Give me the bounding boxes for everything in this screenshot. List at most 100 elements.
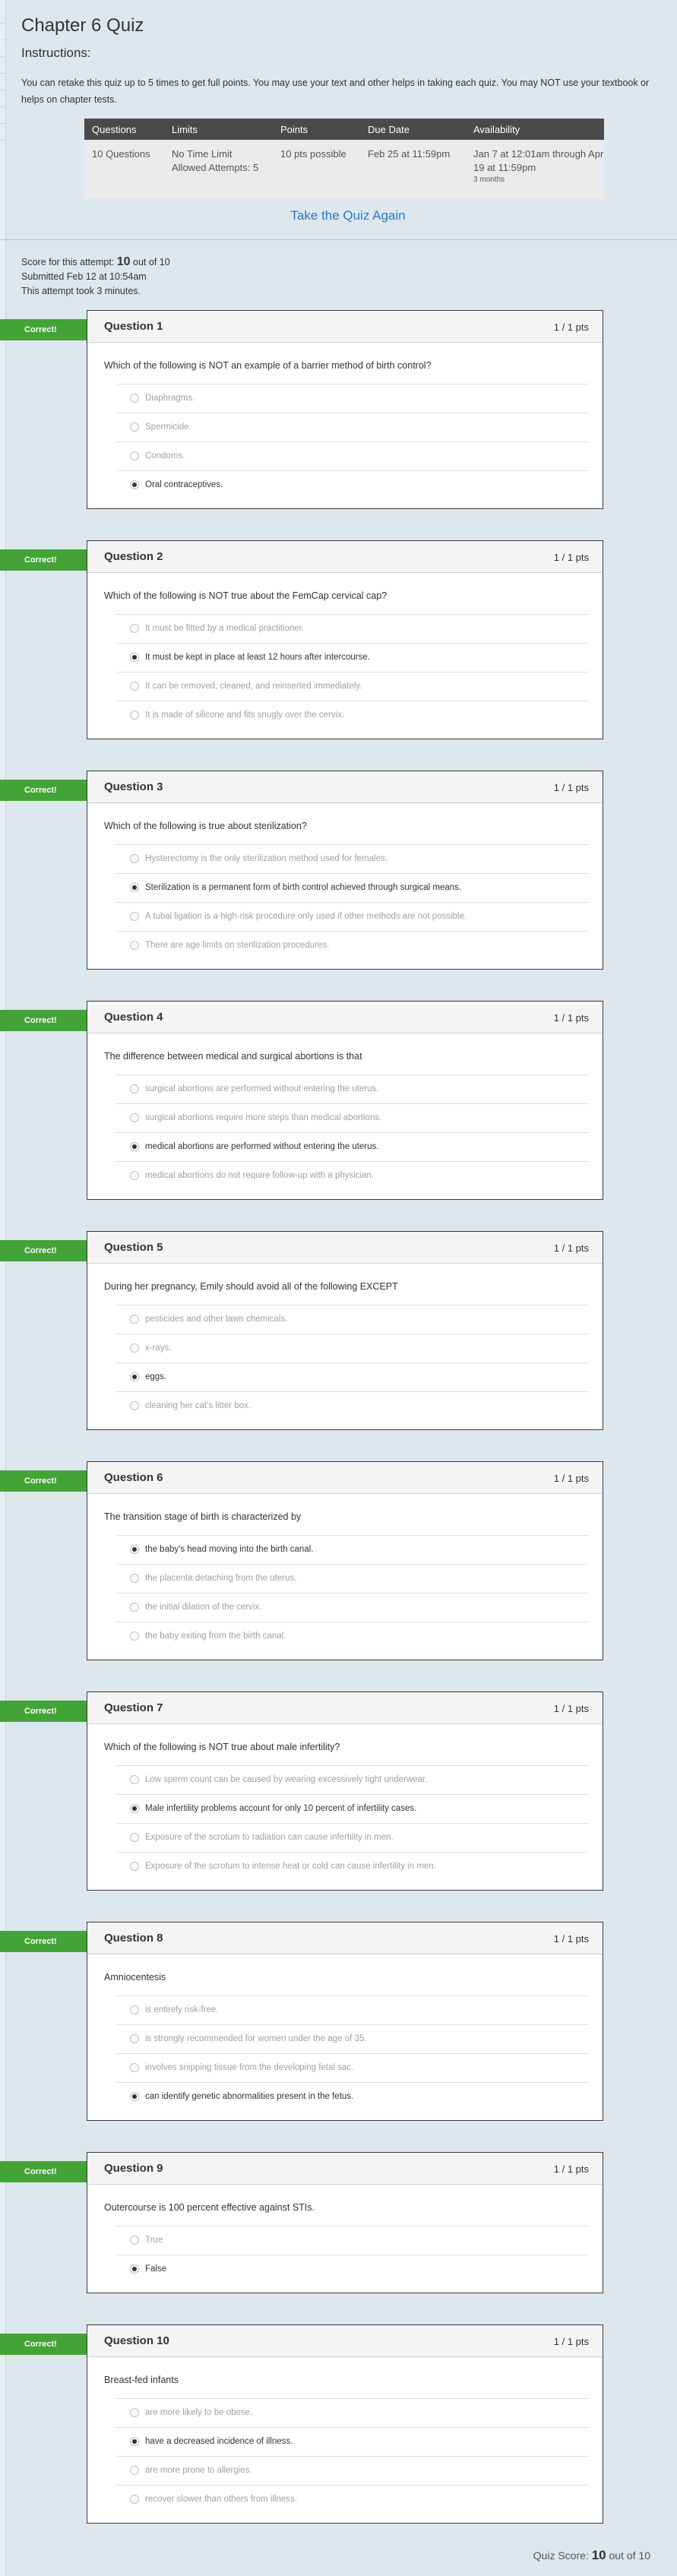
answer-option[interactable]: Oral contraceptives. — [116, 470, 589, 499]
answer-option[interactable]: is strongly recommended for women under … — [116, 2024, 589, 2053]
radio-button-icon[interactable] — [130, 941, 139, 950]
radio-button-icon[interactable] — [130, 2034, 139, 2043]
question-header: Question 7 1 / 1 pts — [87, 1692, 603, 1724]
cell-availability: Jan 7 at 12:01am through Apr 19 at 11:59… — [466, 140, 604, 199]
answer-option[interactable]: are more likely to be obese. — [116, 2398, 589, 2427]
radio-button-icon[interactable] — [130, 1862, 139, 1871]
answer-text: A tubal ligation is a high-risk procedur… — [145, 912, 467, 921]
cell-questions: 10 Questions — [84, 140, 164, 199]
answer-option[interactable]: have a decreased incidence of illness. — [116, 2427, 589, 2456]
radio-button-icon[interactable] — [130, 2092, 139, 2101]
answer-option[interactable]: Exposure of the scrotum to intense heat … — [116, 1852, 589, 1881]
radio-button-icon[interactable] — [130, 1775, 139, 1784]
question-points: 1 / 1 pts — [553, 782, 589, 793]
answer-option[interactable]: It must be kept in place at least 12 hou… — [116, 643, 589, 672]
radio-button-icon[interactable] — [130, 1113, 139, 1122]
attempt-score: 10 — [116, 255, 131, 268]
radio-button-icon[interactable] — [130, 682, 139, 691]
question-title: Question 8 — [104, 1932, 163, 1945]
radio-button-icon[interactable] — [130, 2466, 139, 2475]
radio-button-icon[interactable] — [130, 2236, 139, 2245]
answer-option[interactable]: eggs. — [116, 1362, 589, 1391]
radio-button-icon[interactable] — [130, 1833, 139, 1842]
answer-option[interactable]: the placenta detaching from the uterus. — [116, 1564, 589, 1593]
answer-option[interactable]: Male infertility problems account for on… — [116, 1794, 589, 1823]
radio-button-icon[interactable] — [130, 2408, 139, 2417]
answer-text: surgical abortions require more steps th… — [145, 1113, 382, 1122]
radio-button-icon[interactable] — [130, 883, 139, 892]
answer-option[interactable]: True — [116, 2226, 589, 2255]
answer-text: Sterilization is a permanent form of bir… — [145, 883, 462, 892]
answer-list: is entirely risk-free. is strongly recomm… — [116, 1995, 589, 2111]
radio-button-icon[interactable] — [130, 2063, 139, 2072]
radio-button-icon[interactable] — [130, 1401, 139, 1410]
radio-button-icon[interactable] — [130, 1372, 139, 1381]
answer-option[interactable]: Exposure of the scrotum to radiation can… — [116, 1823, 589, 1852]
answer-option[interactable]: False — [116, 2255, 589, 2283]
answer-text: are more prone to allergies. — [145, 2466, 252, 2475]
radio-button-icon[interactable] — [130, 1142, 139, 1151]
radio-button-icon[interactable] — [130, 1084, 139, 1093]
radio-button-icon[interactable] — [130, 1545, 139, 1554]
answer-option[interactable]: Condoms. — [116, 441, 589, 470]
question-header: Question 5 1 / 1 pts — [87, 1232, 603, 1264]
radio-button-icon[interactable] — [130, 1171, 139, 1180]
radio-button-icon[interactable] — [130, 1315, 139, 1324]
radio-button-icon[interactable] — [130, 2005, 139, 2014]
answer-option[interactable]: Spermicide. — [116, 413, 589, 441]
answer-option[interactable]: x-rays. — [116, 1334, 589, 1362]
answer-option[interactable]: Low sperm count can be caused by wearing… — [116, 1765, 589, 1794]
radio-button-icon[interactable] — [130, 1631, 139, 1641]
answer-option[interactable]: Sterilization is a permanent form of bir… — [116, 873, 589, 902]
radio-button-icon[interactable] — [130, 653, 139, 662]
answer-option[interactable]: recover slower than others from illness. — [116, 2485, 589, 2514]
answer-text: Oral contraceptives. — [145, 480, 223, 489]
radio-button-icon[interactable] — [130, 912, 139, 921]
question-header: Question 8 1 / 1 pts — [87, 1923, 603, 1954]
question-text: Which of the following is true about ste… — [104, 821, 307, 831]
answer-text: medical abortions do not require follow-… — [145, 1171, 375, 1180]
answer-option[interactable]: Hysterectomy is the only sterilization m… — [116, 844, 589, 873]
radio-button-icon[interactable] — [130, 624, 139, 633]
radio-button-icon[interactable] — [130, 451, 139, 460]
take-quiz-again-link[interactable]: Take the Quiz Again — [21, 208, 675, 223]
answer-option[interactable]: surgical abortions require more steps th… — [116, 1103, 589, 1132]
radio-button-icon[interactable] — [130, 2264, 139, 2274]
answer-option[interactable]: the baby exiting from the birth canal. — [116, 1622, 589, 1650]
radio-button-icon[interactable] — [130, 1574, 139, 1583]
question-title: Question 4 — [104, 1011, 163, 1024]
radio-button-icon[interactable] — [130, 2495, 139, 2504]
answer-option[interactable]: the baby's head moving into the birth ca… — [116, 1535, 589, 1564]
radio-button-icon[interactable] — [130, 422, 139, 432]
radio-button-icon[interactable] — [130, 1343, 139, 1353]
answer-option[interactable]: cleaning her cat's litter box. — [116, 1391, 589, 1420]
answer-option[interactable]: It must be fitted by a medical practitio… — [116, 614, 589, 643]
answer-option[interactable]: A tubal ligation is a high-risk procedur… — [116, 902, 589, 931]
question-text: Which of the following is NOT true about… — [104, 1742, 340, 1752]
radio-button-icon[interactable] — [130, 480, 139, 489]
answer-option[interactable]: It can be removed, cleaned, and reinsert… — [116, 672, 589, 701]
answer-text: It is made of silicone and fits snugly o… — [145, 710, 345, 720]
answer-option[interactable]: can identify genetic abnormalities prese… — [116, 2082, 589, 2111]
answer-option[interactable]: medical abortions are performed without … — [116, 1132, 589, 1161]
answer-option[interactable]: It is made of silicone and fits snugly o… — [116, 701, 589, 729]
radio-button-icon[interactable] — [130, 1603, 139, 1612]
header-questions: Questions — [84, 119, 164, 140]
answer-option[interactable]: Diaphragms. — [116, 384, 589, 413]
answer-option[interactable]: pesticides and other lawn chemicals. — [116, 1305, 589, 1334]
answer-option[interactable]: involves snipping tissue from the develo… — [116, 2053, 589, 2082]
radio-button-icon[interactable] — [130, 710, 139, 720]
radio-button-icon[interactable] — [130, 854, 139, 863]
answer-option[interactable]: the initial dilation of the cervix. — [116, 1593, 589, 1622]
answer-option[interactable]: surgical abortions are performed without… — [116, 1074, 589, 1103]
radio-button-icon[interactable] — [130, 1804, 139, 1813]
radio-button-icon[interactable] — [130, 394, 139, 403]
answer-text: can identify genetic abnormalities prese… — [145, 2092, 354, 2101]
answer-option[interactable]: medical abortions do not require follow-… — [116, 1161, 589, 1190]
answer-list: surgical abortions are performed without… — [116, 1074, 589, 1190]
answer-option[interactable]: There are age limits on sterilization pr… — [116, 931, 589, 960]
answer-option[interactable]: are more prone to allergies. — [116, 2456, 589, 2485]
answer-text: the baby exiting from the birth canal. — [145, 1631, 286, 1641]
answer-option[interactable]: is entirely risk-free. — [116, 1995, 589, 2024]
radio-button-icon[interactable] — [130, 2437, 139, 2446]
